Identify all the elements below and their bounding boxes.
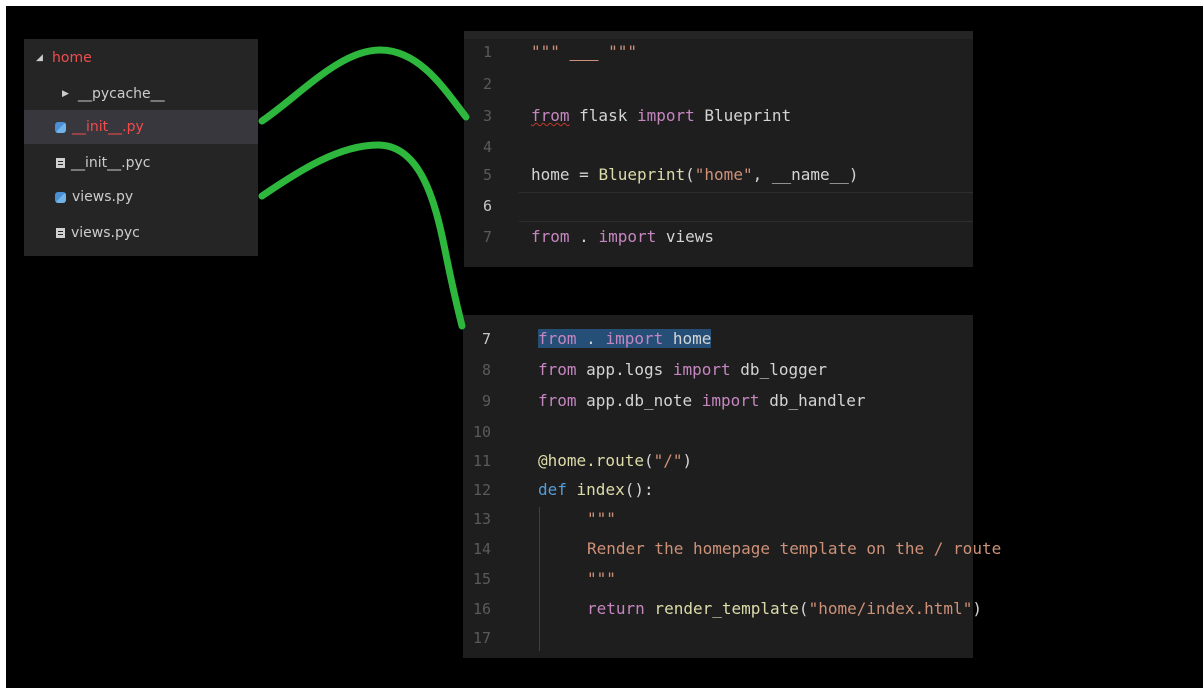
- annotation-arrows: [258, 46, 470, 330]
- arrow-views-to-editor: [258, 141, 466, 330]
- arrow-init-to-editor: [258, 46, 470, 125]
